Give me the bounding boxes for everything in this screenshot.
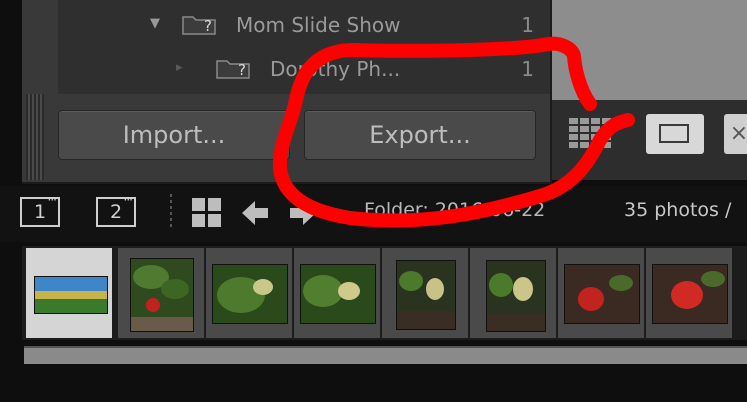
import-button[interactable]: Import...: [58, 110, 290, 160]
panel-resize-grip[interactable]: [26, 94, 44, 180]
folder-count: 1: [521, 57, 534, 81]
folder-count: 1: [521, 13, 534, 37]
filmstrip-thumbnail[interactable]: [470, 248, 556, 338]
filmstrip-scrollbar[interactable]: [24, 346, 747, 364]
grid-view-icon[interactable]: [569, 118, 611, 150]
divider: [170, 194, 172, 230]
display-menu-icon: ···: [123, 193, 134, 207]
red-strawberry-photo: [564, 264, 640, 324]
folder-name: Dorothy Ph...: [270, 57, 401, 81]
export-button[interactable]: Export...: [304, 110, 536, 160]
display-menu-icon: ···: [47, 193, 58, 207]
disclosure-triangle-icon[interactable]: ▼: [150, 16, 160, 31]
green-strawberry-photo: [486, 260, 546, 332]
filmstrip-thumbnail[interactable]: [646, 248, 732, 338]
display-number: 2: [109, 201, 123, 223]
filmstrip-thumbnail[interactable]: [558, 248, 644, 338]
landscape-photo: [34, 276, 108, 314]
svg-text:?: ?: [204, 17, 212, 35]
folder-list: ▼ ? Mom Slide Show 1 ▸ ? Dorothy Ph... 1: [58, 0, 550, 94]
filmstrip-thumbnail[interactable]: [294, 248, 380, 338]
loupe-view-icon: [659, 124, 689, 143]
disclosure-triangle-icon: ▸: [176, 60, 183, 75]
red-strawberry-photo: [652, 264, 728, 324]
display-number: 1: [33, 201, 47, 223]
secondary-display-button[interactable]: 2 ···: [96, 193, 136, 227]
folder-row[interactable]: ▸ ? Dorothy Ph... 1: [58, 52, 550, 86]
previous-arrow-icon[interactable]: [240, 198, 270, 228]
folder-row[interactable]: ▼ ? Mom Slide Show 1: [58, 8, 550, 42]
green-strawberry-photo: [300, 264, 376, 324]
folders-panel: ▼ ? Mom Slide Show 1 ▸ ? Dorothy Ph... 1…: [22, 0, 552, 184]
view-toolbar: ×: [552, 100, 747, 180]
loupe-view-button[interactable]: [646, 114, 704, 154]
missing-folder-icon: ?: [182, 13, 216, 35]
compare-view-button[interactable]: ×: [724, 114, 747, 154]
filmstrip: [22, 246, 747, 340]
preview-area: [552, 0, 747, 100]
filmstrip-thumbnail[interactable]: [26, 248, 112, 338]
green-strawberry-photo: [396, 260, 456, 330]
missing-folder-icon: ?: [216, 57, 250, 79]
folder-name: Mom Slide Show: [236, 13, 401, 37]
filmstrip-header: 1 ··· 2 ··· Folder: 2016-06-22 35 photos…: [0, 186, 747, 242]
folder-breadcrumb[interactable]: Folder: 2016-06-22: [364, 199, 545, 221]
filmstrip-thumbnail[interactable]: [206, 248, 292, 338]
green-strawberry-photo: [212, 264, 288, 324]
next-arrow-icon[interactable]: [288, 198, 318, 228]
grid-view-icon[interactable]: [192, 198, 222, 228]
filmstrip-thumbnail[interactable]: [382, 248, 468, 338]
photo-count: 35 photos /: [624, 199, 732, 221]
strawberry-plant-photo: [130, 258, 194, 332]
svg-text:?: ?: [238, 61, 246, 79]
filmstrip-thumbnail[interactable]: [118, 248, 204, 338]
primary-display-button[interactable]: 1 ···: [20, 193, 60, 227]
